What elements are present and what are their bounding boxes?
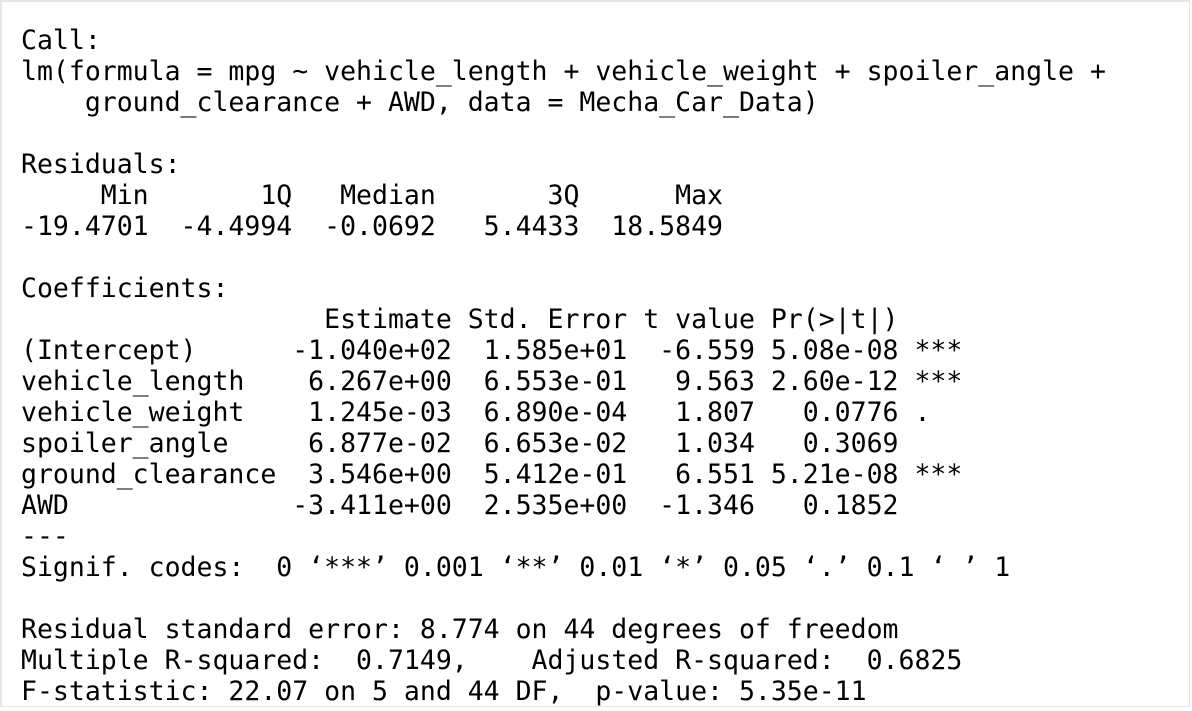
console-output: Call: lm(formula = mpg ~ vehicle_length +… bbox=[21, 25, 1122, 707]
coefficients-column-headers: Estimate Std. Error t value Pr(>|t|) bbox=[21, 304, 963, 335]
coefficient-row-vehicle-length: vehicle_length 6.267e+00 6.553e-01 9.563… bbox=[21, 366, 963, 397]
residuals-header: Residuals: bbox=[21, 149, 181, 180]
residuals-column-headers: Min 1Q Median 3Q Max bbox=[21, 180, 739, 211]
call-formula-line-2: ground_clearance + AWD, data = Mecha_Car… bbox=[21, 87, 819, 118]
coefficient-row-spoiler-angle: spoiler_angle 6.877e-02 6.653e-02 1.034 … bbox=[21, 428, 963, 459]
r-squared-line: Multiple R-squared: 0.7149, Adjusted R-s… bbox=[21, 645, 979, 676]
call-formula-line-1: lm(formula = mpg ~ vehicle_length + vehi… bbox=[21, 56, 1122, 87]
coefficient-row-awd: AWD -3.411e+00 2.535e+00 -1.346 0.1852 bbox=[21, 490, 963, 521]
separator-line: --- bbox=[21, 521, 69, 552]
residuals-values: -19.4701 -4.4994 -0.0692 5.4433 18.5849 bbox=[21, 211, 739, 242]
call-header: Call: bbox=[21, 25, 101, 56]
coefficient-row-ground-clearance: ground_clearance 3.546e+00 5.412e-01 6.5… bbox=[21, 459, 963, 490]
console-pane[interactable]: Call: lm(formula = mpg ~ vehicle_length +… bbox=[0, 0, 1190, 707]
f-statistic-line: F-statistic: 22.07 on 5 and 44 DF, p-val… bbox=[21, 676, 867, 707]
residual-standard-error-line: Residual standard error: 8.774 on 44 deg… bbox=[21, 614, 899, 645]
coefficients-header: Coefficients: bbox=[21, 273, 229, 304]
signif-codes-line: Signif. codes: 0 ‘***’ 0.001 ‘**’ 0.01 ‘… bbox=[21, 552, 1011, 583]
coefficient-row-intercept: (Intercept) -1.040e+02 1.585e+01 -6.559 … bbox=[21, 335, 963, 366]
coefficient-row-vehicle-weight: vehicle_weight 1.245e-03 6.890e-04 1.807… bbox=[21, 397, 963, 428]
